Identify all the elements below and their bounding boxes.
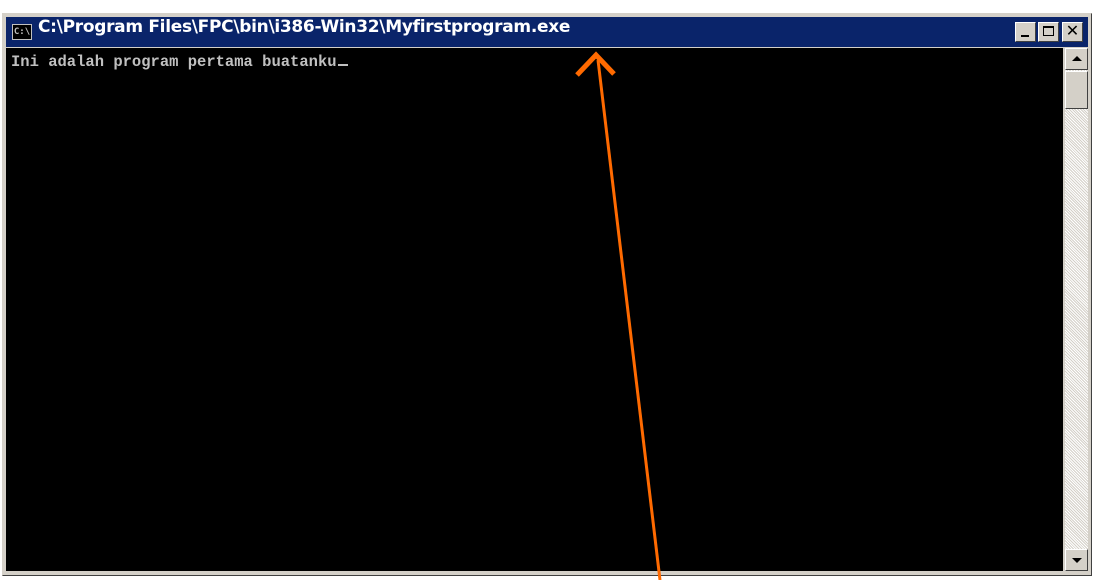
close-button[interactable]: ✕: [1062, 21, 1083, 42]
minimize-button[interactable]: [1015, 22, 1036, 42]
console-output-area[interactable]: Ini adalah program pertama buatanku: [6, 48, 1063, 571]
maximize-icon: [1043, 26, 1054, 36]
console-line: Ini adalah program pertama buatanku: [11, 53, 348, 71]
maximize-button[interactable]: [1038, 22, 1059, 42]
console-icon[interactable]: C:\: [12, 24, 32, 40]
close-icon: ✕: [1065, 21, 1080, 40]
scroll-thumb[interactable]: [1065, 71, 1088, 109]
console-text: Ini adalah program pertama buatanku: [11, 53, 337, 71]
vertical-scrollbar[interactable]: [1065, 48, 1088, 571]
scroll-up-button[interactable]: [1065, 48, 1088, 70]
minimize-icon: [1021, 35, 1029, 37]
arrow-up-icon: [1072, 56, 1082, 61]
window-title: C:\Program Files\FPC\bin\i386-Win32\Myfi…: [38, 17, 571, 37]
title-bar[interactable]: C:\ C:\Program Files\FPC\bin\i386-Win32\…: [6, 17, 1088, 47]
arrow-down-icon: [1072, 558, 1082, 563]
text-cursor: [337, 64, 348, 66]
console-window: C:\ C:\Program Files\FPC\bin\i386-Win32\…: [2, 13, 1092, 576]
scroll-down-button[interactable]: [1065, 549, 1088, 571]
